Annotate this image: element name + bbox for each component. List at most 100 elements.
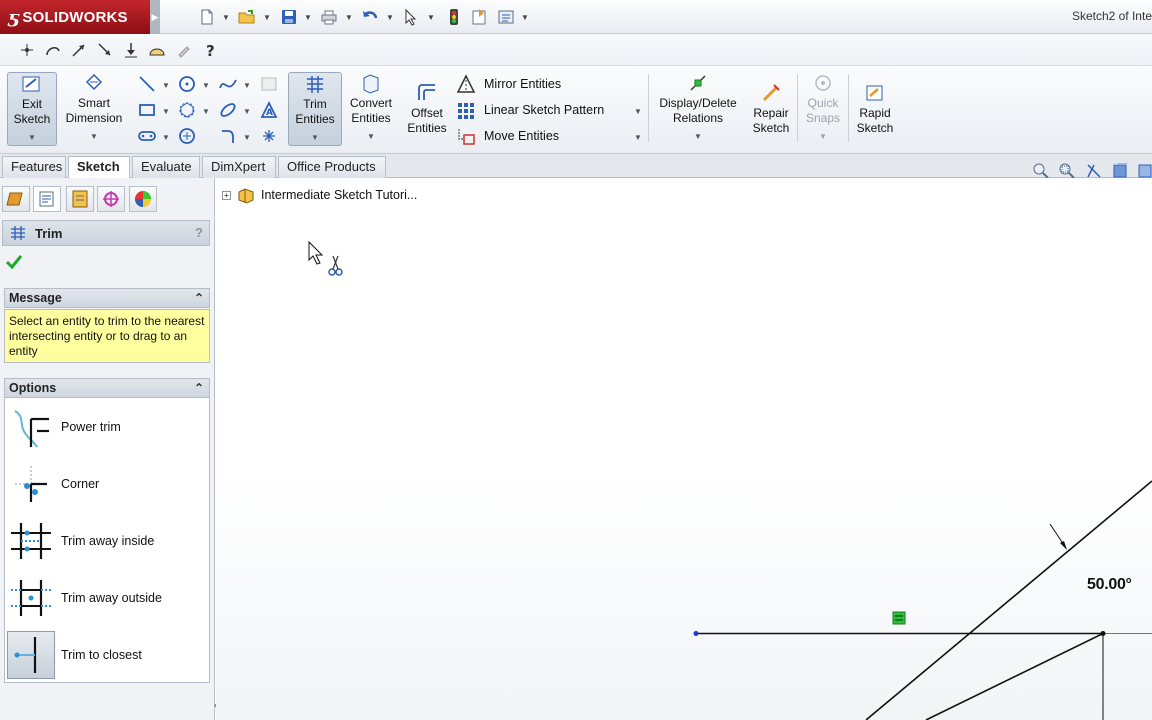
rebuild-traffic-light-icon[interactable] xyxy=(445,8,463,26)
new-dropdown-icon[interactable]: ▼ xyxy=(222,13,230,22)
select-arrow-icon[interactable] xyxy=(402,8,420,26)
ellipse-icon[interactable] xyxy=(218,100,238,120)
graphics-area[interactable]: + Intermediate Sketch Tutori... 50.00° xyxy=(216,178,1152,720)
help-question-icon[interactable]: ? xyxy=(201,41,219,59)
convert-entities-dropdown-icon[interactable]: ▼ xyxy=(344,129,398,144)
file-properties-icon[interactable] xyxy=(470,8,488,26)
spline-icon[interactable] xyxy=(218,74,238,94)
dimension-arrowhead-icon xyxy=(1060,541,1067,550)
tab-features[interactable]: Features xyxy=(2,156,66,178)
exit-sketch-dropdown-icon[interactable]: ▼ xyxy=(8,130,56,145)
fillet-dropdown-icon[interactable]: ▼ xyxy=(243,133,251,142)
property-manager-icon xyxy=(39,191,54,207)
sketch-face-icon[interactable] xyxy=(148,41,166,59)
polygon-dropdown-icon[interactable]: ▼ xyxy=(202,107,210,116)
spline-dropdown-icon[interactable]: ▼ xyxy=(243,81,251,90)
horizontal-relation-icon[interactable] xyxy=(892,611,906,625)
corner-option-icon xyxy=(7,460,55,508)
exit-sketch-button[interactable]: Exit Sketch ▼ xyxy=(7,72,57,146)
sketch-line-diagonal-lower[interactable] xyxy=(925,632,1104,720)
slot-dropdown-icon[interactable]: ▼ xyxy=(162,133,170,142)
configuration-manager-tab[interactable] xyxy=(66,186,94,212)
rectangle-dropdown-icon[interactable]: ▼ xyxy=(162,107,170,116)
circle-dropdown-icon[interactable]: ▼ xyxy=(202,81,210,90)
pen-disabled-icon xyxy=(178,46,190,58)
rectangle-icon[interactable] xyxy=(137,100,157,120)
arc-icon[interactable] xyxy=(44,41,62,59)
move-entities-button[interactable]: Move Entities xyxy=(456,125,559,147)
property-manager-panel: Trim ? Message ⌃ Select an entity to tri… xyxy=(0,178,217,720)
linear-sketch-pattern-button[interactable]: Linear Sketch Pattern xyxy=(456,99,604,121)
sketch-endpoint[interactable] xyxy=(693,631,699,636)
pattern-dropdown-icon[interactable]: ▼ xyxy=(634,107,642,116)
exit-sketch-icon xyxy=(22,76,40,92)
point-asterisk-icon[interactable] xyxy=(259,126,279,146)
line-arrow-icon[interactable] xyxy=(70,41,88,59)
new-document-icon[interactable] xyxy=(198,8,216,26)
option-corner[interactable]: Corner xyxy=(7,459,207,509)
print-icon[interactable] xyxy=(320,8,338,26)
option-trim-away-inside[interactable]: Trim away inside xyxy=(7,516,207,566)
trim-entities-dropdown-icon[interactable]: ▼ xyxy=(289,130,341,145)
option-trim-to-closest[interactable]: Trim to closest xyxy=(7,630,207,680)
save-icon[interactable] xyxy=(280,8,298,26)
diagonal-arrow-icon[interactable] xyxy=(96,41,114,59)
collapse-chevron-icon[interactable]: ⌃ xyxy=(194,289,204,307)
help-button[interactable]: ? xyxy=(195,225,203,240)
rapid-sketch-button[interactable]: Rapid Sketch xyxy=(852,82,898,156)
message-group-header[interactable]: Message ⌃ xyxy=(4,288,210,308)
smart-dimension-dropdown-icon[interactable]: ▼ xyxy=(60,129,128,144)
menu-expand-arrow[interactable]: ▶ xyxy=(150,0,160,34)
trim-away-outside-option-icon xyxy=(7,574,55,622)
display-manager-tab[interactable] xyxy=(129,186,157,212)
options-group-header[interactable]: Options ⌃ xyxy=(4,378,210,398)
offset-entities-button[interactable]: Offset Entities xyxy=(402,82,452,156)
circle-icon[interactable] xyxy=(177,74,197,94)
option-trim-away-outside[interactable]: Trim away outside xyxy=(7,573,207,623)
line-dropdown-icon[interactable]: ▼ xyxy=(162,81,170,90)
print-dropdown-icon[interactable]: ▼ xyxy=(345,13,353,22)
down-arrow-icon[interactable] xyxy=(122,41,140,59)
slot-icon[interactable] xyxy=(137,126,157,146)
option-power-trim[interactable]: Power trim xyxy=(7,402,207,452)
undo-icon[interactable] xyxy=(361,8,379,26)
display-delete-relations-button[interactable]: Display/Delete Relations ▼ xyxy=(654,72,742,146)
mirror-entities-button[interactable]: Mirror Entities xyxy=(456,73,561,95)
tab-office-products[interactable]: Office Products xyxy=(278,156,386,178)
open-folder-icon[interactable] xyxy=(238,8,256,26)
undo-dropdown-icon[interactable]: ▼ xyxy=(386,13,394,22)
ok-checkmark-icon[interactable] xyxy=(5,254,23,270)
ellipse-dropdown-icon[interactable]: ▼ xyxy=(243,107,251,116)
save-dropdown-icon[interactable]: ▼ xyxy=(304,13,312,22)
move-entities-icon xyxy=(458,129,475,145)
heads-up-toolbar: ? xyxy=(0,34,1152,66)
relations-dropdown-icon[interactable]: ▼ xyxy=(654,129,742,144)
point-icon[interactable] xyxy=(18,41,36,59)
convert-entities-button[interactable]: Convert Entities ▼ xyxy=(344,72,398,146)
select-dropdown-icon[interactable]: ▼ xyxy=(427,13,435,22)
sketch-fillet-icon[interactable] xyxy=(177,126,197,146)
angle-dimension-label[interactable]: 50.00° xyxy=(1087,576,1132,594)
repair-sketch-button[interactable]: Repair Sketch xyxy=(748,82,794,156)
sketch-line-diagonal-upper[interactable] xyxy=(865,480,1152,720)
property-manager-tab[interactable] xyxy=(33,186,61,212)
options-icon[interactable] xyxy=(497,8,515,26)
sketch-chamfer-icon[interactable] xyxy=(218,126,238,146)
trim-entities-button[interactable]: Trim Entities ▼ xyxy=(288,72,342,146)
display-manager-icon xyxy=(135,191,151,207)
polygon-icon[interactable] xyxy=(177,100,197,120)
text-icon[interactable]: A xyxy=(259,100,279,120)
solidworks-logo[interactable]: ƽ SOLIDWORKS xyxy=(0,0,150,34)
tab-dimxpert[interactable]: DimXpert xyxy=(202,156,276,178)
options-dropdown-icon[interactable]: ▼ xyxy=(521,13,529,22)
feature-manager-tab[interactable] xyxy=(2,186,30,212)
tab-sketch[interactable]: Sketch xyxy=(68,156,130,179)
line-icon[interactable] xyxy=(137,74,157,94)
exit-sketch-label: Exit Sketch xyxy=(13,97,51,126)
smart-dimension-button[interactable]: Smart Dimension ▼ xyxy=(60,72,128,146)
move-dropdown-icon[interactable]: ▼ xyxy=(634,133,642,142)
tab-evaluate[interactable]: Evaluate xyxy=(132,156,200,178)
open-dropdown-icon[interactable]: ▼ xyxy=(263,13,271,22)
collapse-chevron-icon[interactable]: ⌃ xyxy=(194,379,204,397)
dimxpert-manager-tab[interactable] xyxy=(97,186,125,212)
